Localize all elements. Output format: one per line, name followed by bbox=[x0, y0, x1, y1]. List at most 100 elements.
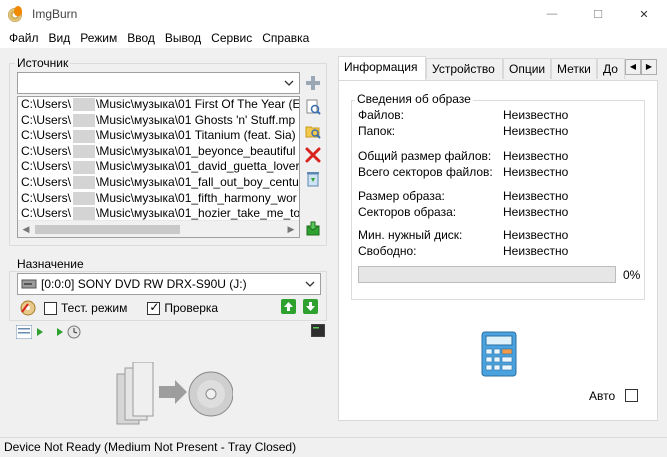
menu-view[interactable]: Вид bbox=[44, 31, 76, 45]
calculate-size-button[interactable] bbox=[481, 331, 517, 377]
menu-mode[interactable]: Режим bbox=[75, 31, 122, 45]
clear-list-button[interactable] bbox=[304, 170, 322, 188]
info-label: Секторов образа: bbox=[358, 205, 457, 219]
green-down-arrow-icon bbox=[303, 299, 318, 314]
information-panel: Сведения об образе Файлов: Неизвестно Па… bbox=[338, 80, 658, 421]
status-text: Device Not Ready (Medium Not Present - T… bbox=[4, 440, 297, 454]
calculate-button[interactable] bbox=[304, 220, 322, 238]
scroll-left-icon[interactable]: ◀ bbox=[20, 223, 32, 235]
menu-output[interactable]: Вывод bbox=[160, 31, 206, 45]
info-label: Общий размер файлов: bbox=[358, 149, 492, 163]
window-title: ImgBurn bbox=[32, 7, 78, 21]
imgburn-app-icon bbox=[8, 6, 24, 22]
redacted-username bbox=[73, 191, 95, 205]
menu-file[interactable]: Файл bbox=[4, 31, 44, 45]
calculate-icon bbox=[306, 221, 320, 236]
clock-icon[interactable] bbox=[67, 325, 81, 339]
auto-label: Авто bbox=[589, 389, 616, 403]
info-value: Неизвестно bbox=[503, 205, 569, 219]
remove-files-button[interactable] bbox=[304, 146, 322, 164]
source-group-label: Источник bbox=[15, 56, 71, 70]
redacted-username bbox=[73, 129, 95, 143]
redacted-username bbox=[73, 145, 95, 159]
tab-scroll-left-icon[interactable]: ◀ bbox=[625, 59, 641, 75]
close-button[interactable]: ✕ bbox=[621, 0, 667, 28]
destination-drive-value: [0:0:0] SONY DVD RW DRX-S90U (J:) bbox=[41, 277, 247, 291]
tab-information[interactable]: Информация bbox=[338, 56, 426, 80]
list-item[interactable]: C:\Users\ \Music\музыка\01_fall_out_boy_c… bbox=[18, 175, 299, 191]
verify-checkbox[interactable] bbox=[147, 300, 161, 315]
speed-down-button[interactable] bbox=[303, 299, 318, 317]
info-label: Файлов: bbox=[358, 108, 405, 122]
destination-drive-combo[interactable]: [0:0:0] SONY DVD RW DRX-S90U (J:) bbox=[17, 273, 321, 295]
maximize-button[interactable]: ☐ bbox=[575, 0, 621, 28]
minimize-button[interactable]: — bbox=[529, 0, 575, 28]
image-info-group-label: Сведения об образе bbox=[355, 92, 473, 106]
tab-labels[interactable]: Метки bbox=[551, 58, 597, 79]
list-item[interactable]: C:\Users\ \Music\музыка\01 Titanium (feat… bbox=[18, 128, 299, 144]
play-icon[interactable] bbox=[56, 327, 64, 337]
list-item[interactable]: C:\Users\ \Music\музыка\01_fifth_harmony_… bbox=[18, 191, 299, 207]
info-value: Неизвестно bbox=[503, 244, 569, 258]
redacted-username bbox=[73, 207, 95, 221]
tab-scroll-right-icon[interactable]: ▶ bbox=[641, 59, 657, 75]
info-value: Неизвестно bbox=[503, 228, 569, 242]
eject-disc-icon bbox=[20, 300, 36, 316]
plus-icon bbox=[306, 76, 320, 90]
info-value: Неизвестно bbox=[503, 189, 569, 203]
redacted-username bbox=[73, 176, 95, 190]
green-up-arrow-icon bbox=[281, 299, 296, 314]
info-label: Свободно: bbox=[358, 244, 417, 258]
drive-options-row: Тест. режим Проверка bbox=[20, 299, 218, 317]
list-item[interactable]: C:\Users\ \Music\музыка\01 Ghosts 'n' Stu… bbox=[18, 113, 299, 129]
log-toolbar bbox=[16, 324, 81, 340]
list-view-icon[interactable] bbox=[16, 325, 32, 339]
info-label: Папок: bbox=[358, 124, 396, 138]
tab-strip: Информация Устройство Опции Метки До ◀ ▶ bbox=[338, 56, 658, 80]
log-window-button[interactable] bbox=[310, 323, 326, 340]
speed-up-button[interactable] bbox=[281, 299, 296, 317]
list-item[interactable]: C:\Users\ \Music\музыка\01 First Of The Y… bbox=[18, 97, 299, 113]
verify-label: Проверка bbox=[164, 301, 219, 315]
status-bar: Device Not Ready (Medium Not Present - T… bbox=[0, 437, 667, 457]
title-bar: ImgBurn — ☐ ✕ bbox=[0, 0, 667, 28]
menu-tools[interactable]: Сервис bbox=[206, 31, 257, 45]
files-to-disc-icon bbox=[116, 361, 234, 425]
menu-help[interactable]: Справка bbox=[257, 31, 314, 45]
optical-drive-icon bbox=[21, 279, 37, 289]
scroll-right-icon[interactable]: ▶ bbox=[285, 223, 297, 235]
tab-options[interactable]: Опции bbox=[503, 58, 551, 79]
tab-advanced[interactable]: До bbox=[597, 58, 625, 79]
build-button[interactable] bbox=[113, 361, 234, 430]
info-value: Неизвестно bbox=[503, 149, 569, 163]
list-item[interactable]: C:\Users\ \Music\музыка\01_beyonce_beauti… bbox=[18, 144, 299, 160]
source-combo[interactable] bbox=[17, 72, 300, 94]
browse-folder-button[interactable] bbox=[304, 122, 322, 140]
chevron-down-icon bbox=[304, 278, 316, 290]
test-mode-label: Тест. режим bbox=[61, 301, 128, 315]
recycle-bin-icon bbox=[307, 172, 319, 187]
red-x-icon bbox=[305, 147, 321, 163]
menu-bar: Файл Вид Режим Ввод Вывод Сервис Справка bbox=[0, 28, 667, 48]
list-item[interactable]: C:\Users\ \Music\музыка\01_david_guetta_l… bbox=[18, 159, 299, 175]
source-file-list[interactable]: C:\Users\ \Music\музыка\01 First Of The Y… bbox=[17, 96, 300, 238]
scrollbar-thumb[interactable] bbox=[35, 225, 180, 234]
play-icon[interactable] bbox=[36, 327, 44, 337]
test-mode-checkbox[interactable] bbox=[44, 301, 57, 315]
info-label: Мин. нужный диск: bbox=[358, 228, 463, 242]
progress-bar bbox=[358, 266, 616, 283]
browse-file-button[interactable] bbox=[304, 98, 322, 116]
tab-device[interactable]: Устройство bbox=[426, 58, 503, 79]
magnifier-folder-icon bbox=[305, 126, 321, 139]
info-label: Всего секторов файлов: bbox=[358, 165, 493, 179]
menu-input[interactable]: Ввод bbox=[122, 31, 160, 45]
info-value: Неизвестно bbox=[503, 108, 569, 122]
calculator-icon bbox=[481, 331, 517, 377]
chevron-down-icon bbox=[283, 77, 295, 89]
horizontal-scrollbar[interactable]: ◀ ▶ bbox=[18, 220, 299, 237]
redacted-username bbox=[73, 160, 95, 174]
redacted-username bbox=[73, 113, 95, 127]
redacted-username bbox=[73, 98, 95, 112]
auto-checkbox[interactable] bbox=[625, 389, 638, 402]
add-files-button[interactable] bbox=[304, 74, 322, 92]
